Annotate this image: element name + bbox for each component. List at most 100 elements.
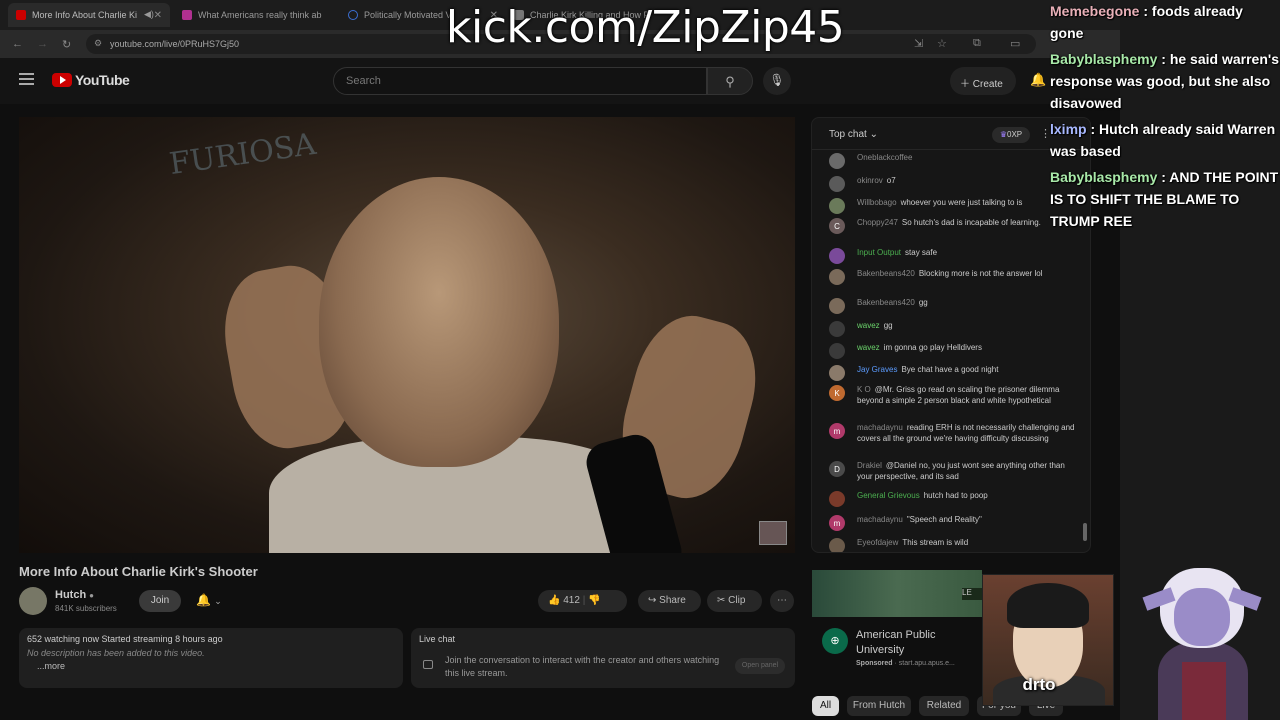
back-icon[interactable]: ← (12, 38, 23, 50)
bookmark-star-icon[interactable]: ☆ (937, 37, 947, 50)
xp-badge[interactable]: ♛0XP (992, 127, 1030, 143)
tab-label: More Info About Charlie Ki (32, 10, 138, 20)
thumbs-down-icon[interactable]: 👎 (588, 595, 600, 606)
chip-all[interactable]: All (812, 696, 839, 716)
chat-avatar[interactable] (829, 298, 845, 314)
speaker-icon[interactable]: ◀) (144, 9, 154, 20)
live-chat-title: Live chat (419, 634, 456, 644)
reload-icon[interactable]: ↻ (62, 38, 71, 51)
chat-username[interactable]: Willbobago (857, 198, 897, 207)
stream-overlay-title: kick.com/ZipZip45 (446, 2, 845, 53)
chat-avatar[interactable]: C (829, 218, 845, 234)
chat-avatar[interactable] (829, 153, 845, 169)
description-text: No description has been added to this vi… (27, 648, 205, 658)
top-chat-dropdown[interactable]: Top chat ⌄ (829, 129, 878, 140)
create-button[interactable]: ＋ Create (950, 67, 1016, 95)
bell-icon: 🔔 (196, 593, 211, 607)
chip-from-hutch[interactable]: From Hutch (847, 696, 911, 716)
chat-username[interactable]: K O (857, 385, 871, 394)
youtube-logo[interactable]: YouTube (52, 72, 130, 88)
chevron-down-icon: ⌄ (214, 596, 222, 606)
chat-avatar[interactable] (829, 176, 845, 192)
chat-username[interactable]: wavez (857, 321, 880, 330)
chat-username[interactable]: okinrov (857, 176, 883, 185)
chat-avatar[interactable]: m (829, 515, 845, 531)
overlay-chat-username: lximp (1050, 121, 1087, 137)
overlay-chat-message: Babyblasphemy : AND THE POINT IS TO SHIF… (1050, 166, 1280, 232)
chat-avatar[interactable] (829, 365, 845, 381)
chat-text: whoever you were just talking to is (900, 198, 1023, 207)
ad-domain: start.apu.apus.e... (898, 660, 955, 667)
chat-avatar[interactable]: m (829, 423, 845, 439)
site-info-icon[interactable]: ⚙ (94, 38, 102, 49)
like-count: 412 (563, 595, 580, 606)
video-player[interactable]: FURIOSA (19, 117, 795, 553)
sidebar-icon[interactable]: ▭ (1010, 37, 1020, 50)
overlay-chat-message: Memebegone : foods already gone (1050, 0, 1280, 44)
chat-username[interactable]: machadaynu (857, 515, 903, 524)
more-link[interactable]: ...more (37, 661, 395, 671)
subscribe-notification-button[interactable]: 🔔 ⌄ (190, 590, 238, 612)
chat-username[interactable]: Bakenbeans420 (857, 298, 915, 307)
chat-username[interactable]: Choppy247 (857, 218, 898, 227)
browser-tab[interactable]: More Info About Charlie Ki ✕ ◀) (8, 3, 170, 27)
join-button[interactable]: Join (139, 590, 181, 612)
channel-avatar[interactable] (19, 587, 47, 615)
menu-icon[interactable] (19, 73, 34, 88)
clip-button[interactable]: ✂ Clip (707, 590, 762, 612)
ad-image[interactable]: LE (812, 570, 982, 617)
chat-text: o7 (886, 176, 896, 185)
forward-icon[interactable]: → (37, 38, 48, 50)
ad-logo-icon[interactable]: ⊕ (822, 628, 848, 654)
chat-username[interactable]: machadaynu (857, 423, 903, 432)
more-actions-icon[interactable]: ⋯ (770, 590, 794, 612)
chat-avatar[interactable] (829, 269, 845, 285)
vtuber-avatar (1138, 562, 1262, 720)
divider: | (582, 595, 586, 606)
tab-label: What Americans really think ab (198, 10, 322, 20)
chat-text: "Speech and Reality" (906, 515, 982, 524)
logo-text: YouTube (75, 72, 130, 88)
chat-text: This stream is wild (902, 538, 969, 547)
chat-avatar[interactable] (829, 538, 845, 552)
chat-avatar[interactable] (829, 198, 845, 214)
share-label: Share (659, 595, 686, 606)
chat-text: @Mr. Griss go read on scaling the prison… (857, 385, 1060, 405)
chat-avatar[interactable] (829, 248, 845, 264)
chat-username[interactable]: Oneblackcoffee (857, 153, 912, 162)
plus-icon: ＋ (960, 79, 970, 90)
chat-avatar[interactable] (829, 491, 845, 507)
install-icon[interactable]: ⇲ (914, 37, 923, 50)
chat-username[interactable]: Eyeofdajew (857, 538, 898, 547)
chat-avatar[interactable]: K (829, 385, 845, 401)
chat-username[interactable]: General Grievous (857, 491, 920, 500)
search-input[interactable]: Search (333, 67, 707, 95)
chat-username[interactable]: wavez (857, 343, 880, 352)
chat-username[interactable]: Jay Graves (857, 365, 897, 374)
chat-username[interactable]: Input Output (857, 248, 901, 257)
search-button[interactable]: ⚲ (707, 67, 753, 95)
like-button[interactable]: 👍 412 | 👎 (538, 590, 627, 612)
subscriber-count: 841K subscribers (55, 604, 117, 613)
ad-title[interactable]: American Public University (856, 628, 981, 658)
chat-username[interactable]: Bakenbeans420 (857, 269, 915, 278)
chip-related[interactable]: Related (919, 696, 969, 716)
share-button[interactable]: ↪ Share (638, 590, 701, 612)
channel-name[interactable]: Hutch ● (55, 589, 94, 601)
browser-tab[interactable]: What Americans really think ab (174, 3, 340, 27)
chat-avatar[interactable] (829, 343, 845, 359)
open-panel-button[interactable]: Open panel (735, 658, 785, 674)
chat-text: hutch had to poop (923, 491, 988, 500)
tab-label: Politically Motivated Vi (364, 10, 454, 20)
voice-search-button[interactable]: 🎙 (763, 67, 791, 95)
chat-avatar[interactable]: D (829, 461, 845, 477)
chat-avatar[interactable] (829, 321, 845, 337)
extensions-icon[interactable]: ⧉ (973, 37, 981, 50)
streamer-webcam: drto (982, 574, 1114, 706)
description-box[interactable]: 652 watching now Started streaming 8 hou… (19, 628, 403, 688)
youtube-header: YouTube Search ⚲ 🎙 ＋ Create 🔔 (0, 58, 1120, 104)
youtube-favicon-icon (16, 10, 26, 20)
chevron-down-icon: ⌄ (869, 129, 878, 140)
chat-text: stay safe (905, 248, 938, 257)
chat-username[interactable]: Drakiel (857, 461, 882, 470)
